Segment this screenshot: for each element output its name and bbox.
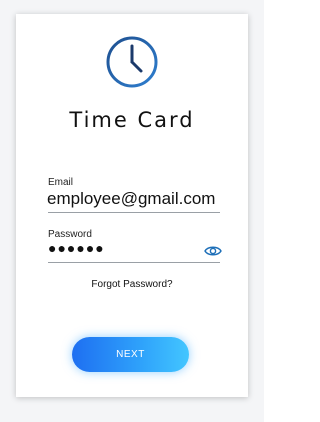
- eye-icon[interactable]: [204, 245, 222, 257]
- clock-icon: [106, 36, 158, 88]
- app-title: Time Card: [69, 108, 195, 132]
- email-underline: [48, 212, 220, 213]
- password-field[interactable]: ●●●●●●: [48, 240, 105, 256]
- email-label: Email: [48, 177, 74, 188]
- password-underline: [48, 262, 220, 263]
- password-label: Password: [48, 229, 92, 240]
- email-field[interactable]: employee@gmail.com: [47, 189, 215, 209]
- login-screen: Time Card Email employee@gmail.com Passw…: [0, 0, 264, 422]
- next-button[interactable]: NEXT: [72, 337, 189, 372]
- forgot-password-link[interactable]: Forgot Password?: [0, 279, 264, 290]
